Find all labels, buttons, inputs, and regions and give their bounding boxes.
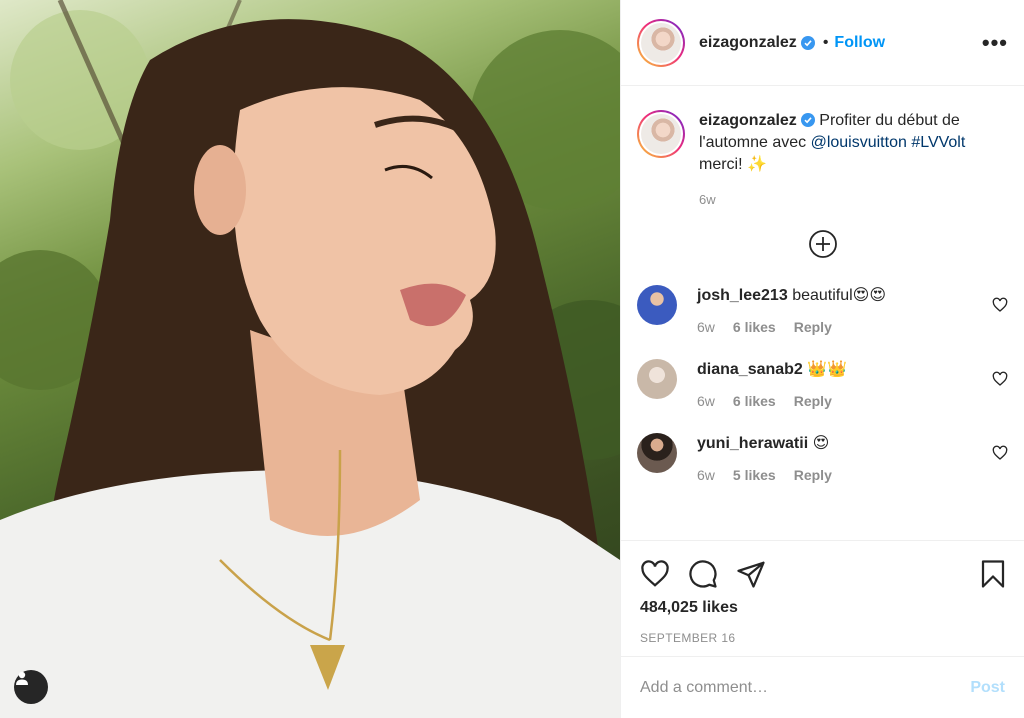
post-sidebar: eizagonzalez • Follow ••• eizagonzalez P… (620, 0, 1024, 718)
follow-button[interactable]: Follow (834, 34, 885, 52)
reply-button[interactable]: Reply (794, 319, 832, 335)
add-comment-bar: Post (621, 656, 1024, 718)
caption-time[interactable]: 6w (699, 192, 999, 207)
portrait-image (0, 0, 620, 718)
post-button[interactable]: Post (970, 679, 1005, 697)
hashtag-link[interactable]: #LVVolt (911, 134, 965, 151)
post-date[interactable]: SEPTEMBER 16 (621, 617, 1024, 645)
bookmark-icon[interactable] (978, 559, 1008, 589)
user-tag-icon (16, 671, 28, 685)
verified-icon (800, 35, 815, 50)
share-icon[interactable] (736, 559, 766, 589)
more-icon[interactable]: ••• (982, 30, 1008, 56)
comment-avatar[interactable] (637, 433, 677, 473)
comment-icon[interactable] (688, 559, 718, 589)
post-photo[interactable] (0, 0, 620, 718)
author-avatar[interactable] (637, 18, 685, 67)
comment-time[interactable]: 6w (697, 467, 715, 483)
post-header: eizagonzalez • Follow ••• (621, 0, 1024, 86)
comment-item: diana_sanab2 👑👑 6w 6 likes Reply (621, 359, 1024, 409)
comment-text: beautiful😍😍 (792, 287, 887, 304)
comment-item: josh_lee213 beautiful😍😍 6w 6 likes Reply (621, 285, 1024, 335)
plus-circle-icon[interactable] (808, 229, 838, 259)
likes-count[interactable]: 484,025 likes (621, 593, 1024, 617)
comment-likes[interactable]: 6 likes (733, 393, 776, 409)
comment-text: 👑👑 (807, 361, 848, 378)
heart-icon[interactable] (640, 559, 670, 589)
comment-likes[interactable]: 5 likes (733, 467, 776, 483)
reply-button[interactable]: Reply (794, 393, 832, 409)
comment-time[interactable]: 6w (697, 319, 715, 335)
author-username[interactable]: eizagonzalez (699, 34, 797, 52)
separator-dot: • (822, 33, 829, 51)
mention-link[interactable]: @louisvuitton (811, 134, 907, 151)
comment-username[interactable]: josh_lee213 (697, 287, 788, 304)
comment-item: yuni_herawatii 😍 6w 5 likes Reply (621, 433, 1024, 483)
action-bar (621, 541, 1024, 593)
verified-icon (800, 113, 815, 127)
comment-time[interactable]: 6w (697, 393, 715, 409)
heart-icon[interactable] (992, 445, 1008, 461)
comment-avatar[interactable] (637, 359, 677, 399)
heart-icon[interactable] (992, 297, 1008, 313)
heart-icon[interactable] (992, 371, 1008, 387)
comment-text: 😍 (812, 435, 830, 452)
comment-avatar[interactable] (637, 285, 677, 325)
caption-text-end: merci! ✨ (699, 156, 767, 173)
caption-avatar[interactable] (637, 110, 685, 158)
caption: eizagonzalez Profiter du début de l'auto… (621, 86, 1024, 207)
caption-username[interactable]: eizagonzalez (699, 112, 797, 129)
comment-username[interactable]: yuni_herawatii (697, 435, 808, 452)
comment-input[interactable] (640, 678, 971, 697)
comments-section[interactable]: eizagonzalez Profiter du début de l'auto… (621, 86, 1024, 541)
comment-likes[interactable]: 6 likes (733, 319, 776, 335)
comment-username[interactable]: diana_sanab2 (697, 361, 803, 378)
reply-button[interactable]: Reply (794, 467, 832, 483)
user-tag-button[interactable] (14, 670, 48, 704)
